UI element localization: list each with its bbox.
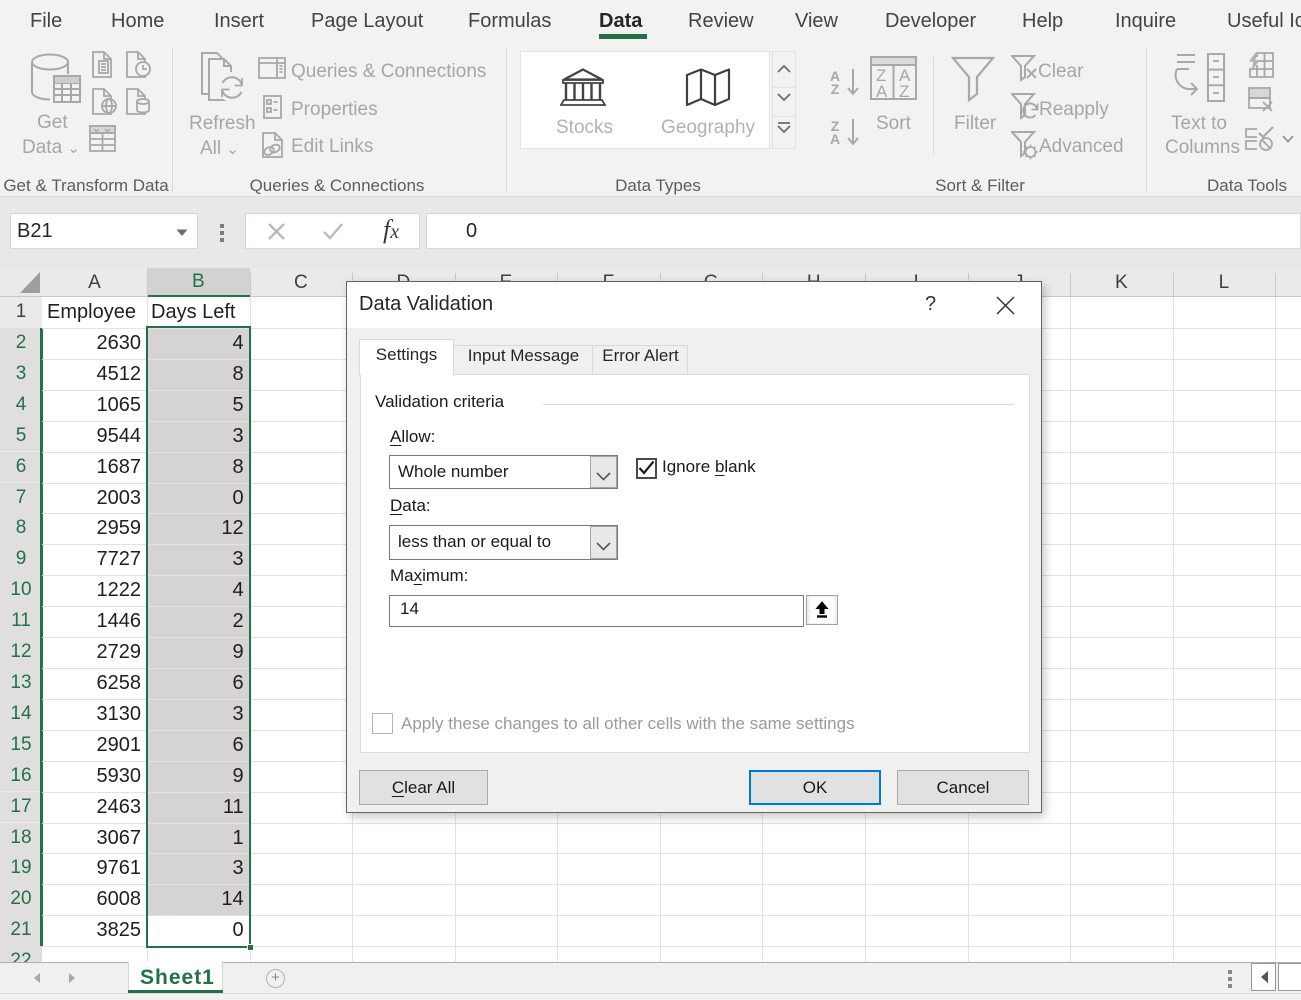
svg-text:Z: Z [899,82,909,100]
svg-text:A: A [876,82,888,100]
